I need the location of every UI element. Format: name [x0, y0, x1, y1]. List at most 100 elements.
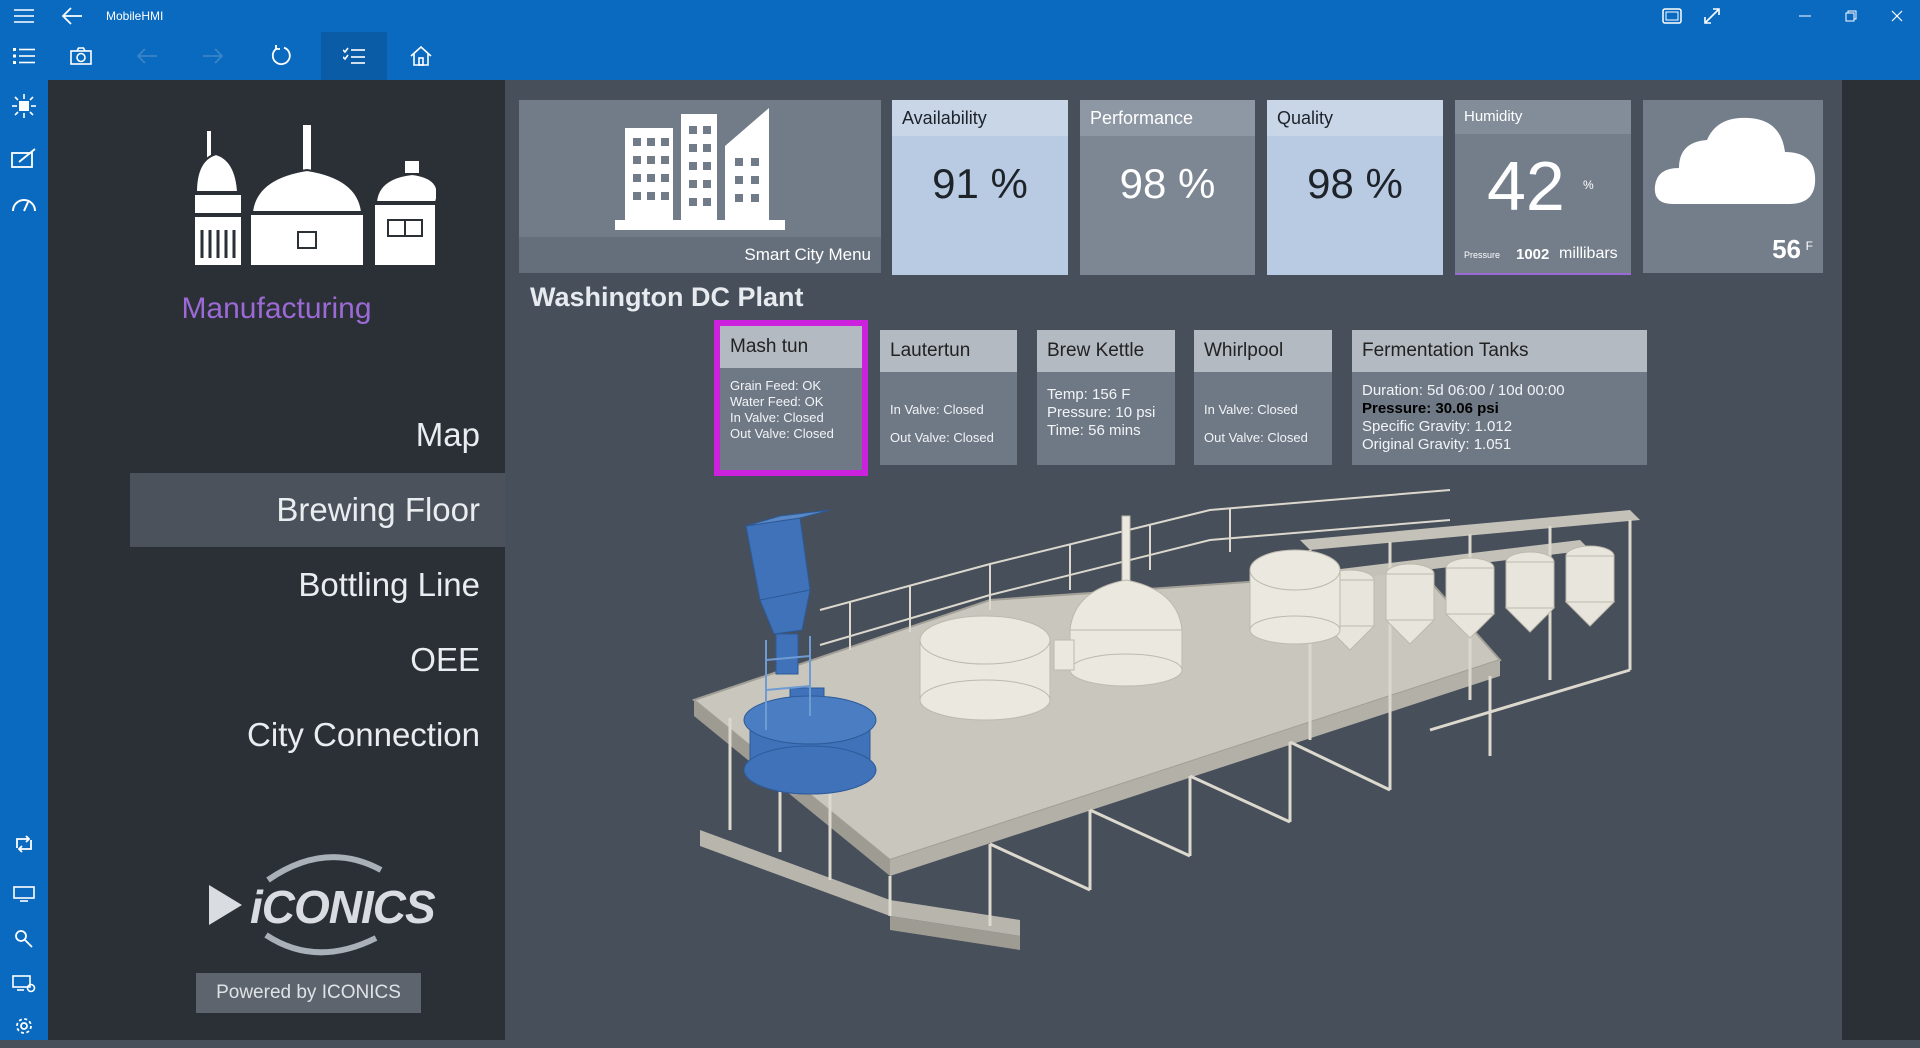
whirlpool-line: Out Valve: Closed	[1204, 430, 1308, 445]
gear-icon[interactable]	[0, 1004, 48, 1048]
iconics-logo-text: iCONICS	[250, 881, 436, 933]
nav-item-oee[interactable]: OEE	[130, 623, 505, 697]
mash-tun-card[interactable]: Mash tun Grain Feed: OK Water Feed: OK I…	[720, 326, 862, 470]
performance-tile[interactable]: Performance 98 %	[1080, 100, 1255, 275]
light-icon[interactable]	[0, 84, 48, 128]
fullscreen-icon[interactable]	[1696, 0, 1728, 32]
quality-label: Quality	[1267, 100, 1443, 136]
fermentation-tanks-details: Duration: 5d 06:00 / 10d 00:00 Pressure:…	[1362, 382, 1641, 454]
performance-value: 98 %	[1119, 160, 1216, 207]
restore-icon[interactable]	[1828, 0, 1874, 32]
availability-value: 91 %	[932, 160, 1028, 207]
city-buildings-icon	[615, 108, 785, 230]
nav-forward-button[interactable]	[180, 32, 246, 80]
smart-city-label: Smart City Menu	[744, 245, 871, 264]
back-arrow-icon	[136, 48, 157, 64]
brew-kettle-title: Brew Kettle	[1037, 330, 1175, 372]
humidity-label: Humidity	[1464, 108, 1523, 125]
right-margin	[1842, 80, 1920, 1040]
mash-tun-line: In Valve: Closed	[730, 410, 824, 425]
performance-label: Performance	[1080, 100, 1255, 136]
lautertun-title: Lautertun	[880, 330, 1017, 372]
weather-unit: F	[1805, 239, 1813, 253]
quality-tile[interactable]: Quality 98 %	[1267, 100, 1443, 275]
brew-kettle-tank	[1069, 515, 1183, 687]
edit-icon[interactable]	[0, 136, 48, 180]
whirlpool-tank	[1249, 549, 1341, 645]
forward-arrow-icon	[203, 48, 224, 64]
humidity-tile[interactable]: Humidity 42 % Pressure 1002 millibars	[1455, 100, 1631, 275]
search-icon[interactable]	[0, 917, 48, 961]
nav-item-city-connection[interactable]: City Connection	[130, 698, 505, 772]
lautertun-details: In Valve: Closed Out Valve: Closed	[890, 396, 1011, 452]
iconics-logo: iCONICS	[206, 850, 466, 960]
toolbar	[48, 32, 1920, 80]
fermentation-tanks-title: Fermentation Tanks	[1352, 330, 1647, 372]
brew-kettle-line: Temp: 156 F	[1047, 386, 1131, 403]
mash-tun-title: Mash tun	[720, 326, 862, 368]
pressure-label: Pressure	[1464, 250, 1501, 260]
availability-tile[interactable]: Availability 91 %	[892, 100, 1068, 275]
pressure-unit: millibars	[1559, 245, 1618, 262]
home-icon	[410, 46, 432, 66]
powered-by-button[interactable]: Powered by ICONICS	[196, 973, 421, 1013]
weather-temp: 56	[1772, 234, 1801, 264]
cloud-icon	[1654, 117, 1816, 204]
brew-kettle-line: Time: 56 mins	[1047, 422, 1141, 439]
brew-kettle-card[interactable]: Brew Kettle Temp: 156 F Pressure: 10 psi…	[1037, 330, 1175, 465]
title-bar: MobileHMI	[0, 0, 1920, 32]
camera-icon	[70, 47, 92, 65]
lautertun-line: Out Valve: Closed	[890, 430, 994, 445]
whirlpool-title: Whirlpool	[1194, 330, 1332, 372]
nav-back-button[interactable]	[114, 32, 180, 80]
gauge-icon[interactable]	[0, 182, 48, 226]
close-icon[interactable]	[1874, 0, 1920, 32]
humidity-value: 42	[1487, 147, 1565, 225]
quality-value: 98 %	[1307, 160, 1403, 207]
lautertun-line: In Valve: Closed	[890, 402, 984, 417]
pressure-value: 1002	[1516, 246, 1550, 263]
navigation-pane: Manufacturing Map Brewing Floor Bottling…	[48, 80, 505, 1040]
refresh-icon	[271, 45, 291, 66]
brew-kettle-line: Pressure: 10 psi	[1047, 404, 1156, 421]
brewery-3d-scene[interactable]	[690, 480, 1650, 1020]
camera-button[interactable]	[48, 32, 114, 80]
app-title: MobileHMI	[106, 9, 164, 23]
nav-category-title: Manufacturing	[181, 292, 372, 325]
nav-item-brewing-floor[interactable]: Brewing Floor	[130, 473, 505, 547]
checklist-button[interactable]	[321, 32, 387, 80]
fermentation-line: Pressure: 30.06 psi	[1362, 400, 1499, 417]
mash-tun-details: Grain Feed: OK Water Feed: OK In Valve: …	[730, 378, 856, 442]
list-icon[interactable]	[0, 34, 48, 78]
brewery-equipment-icon	[193, 123, 436, 267]
sync-icon[interactable]	[0, 822, 48, 866]
fermentation-line: Duration: 5d 06:00 / 10d 00:00	[1362, 382, 1565, 399]
fermentation-tanks-card[interactable]: Fermentation Tanks Duration: 5d 06:00 / …	[1352, 330, 1647, 465]
weather-tile[interactable]: 56 F	[1643, 100, 1823, 273]
checklist-icon	[343, 47, 365, 64]
mobilehmi-window: MobileHMI Manufacturing Map Brewing Floo…	[0, 0, 1920, 1040]
display-icon[interactable]	[0, 872, 48, 916]
availability-label: Availability	[892, 100, 1068, 136]
humidity-unit: %	[1583, 178, 1594, 192]
home-button[interactable]	[388, 32, 454, 80]
minimize-icon[interactable]	[1782, 0, 1828, 32]
lautertun-card[interactable]: Lautertun In Valve: Closed Out Valve: Cl…	[880, 330, 1017, 465]
mash-tun-line: Water Feed: OK	[730, 394, 824, 409]
mash-tun-line: Out Valve: Closed	[730, 426, 834, 441]
fermentation-line: Original Gravity: 1.051	[1362, 436, 1512, 453]
whirlpool-details: In Valve: Closed Out Valve: Closed	[1204, 396, 1326, 452]
nav-item-bottling-line[interactable]: Bottling Line	[130, 548, 505, 622]
plant-title: Washington DC Plant	[530, 282, 804, 312]
fermentation-line: Specific Gravity: 1.012	[1362, 418, 1513, 435]
nav-item-map[interactable]: Map	[130, 398, 505, 472]
back-arrow-icon[interactable]	[56, 0, 88, 32]
smart-city-tile[interactable]: Smart City Menu	[519, 100, 881, 273]
tablet-mode-icon[interactable]	[1656, 0, 1688, 32]
refresh-button[interactable]	[248, 32, 314, 80]
hamburger-menu-icon[interactable]	[0, 0, 48, 32]
whirlpool-card[interactable]: Whirlpool In Valve: Closed Out Valve: Cl…	[1194, 330, 1332, 465]
left-rail	[0, 32, 48, 1040]
whirlpool-line: In Valve: Closed	[1204, 402, 1298, 417]
device-settings-icon[interactable]	[0, 962, 48, 1006]
